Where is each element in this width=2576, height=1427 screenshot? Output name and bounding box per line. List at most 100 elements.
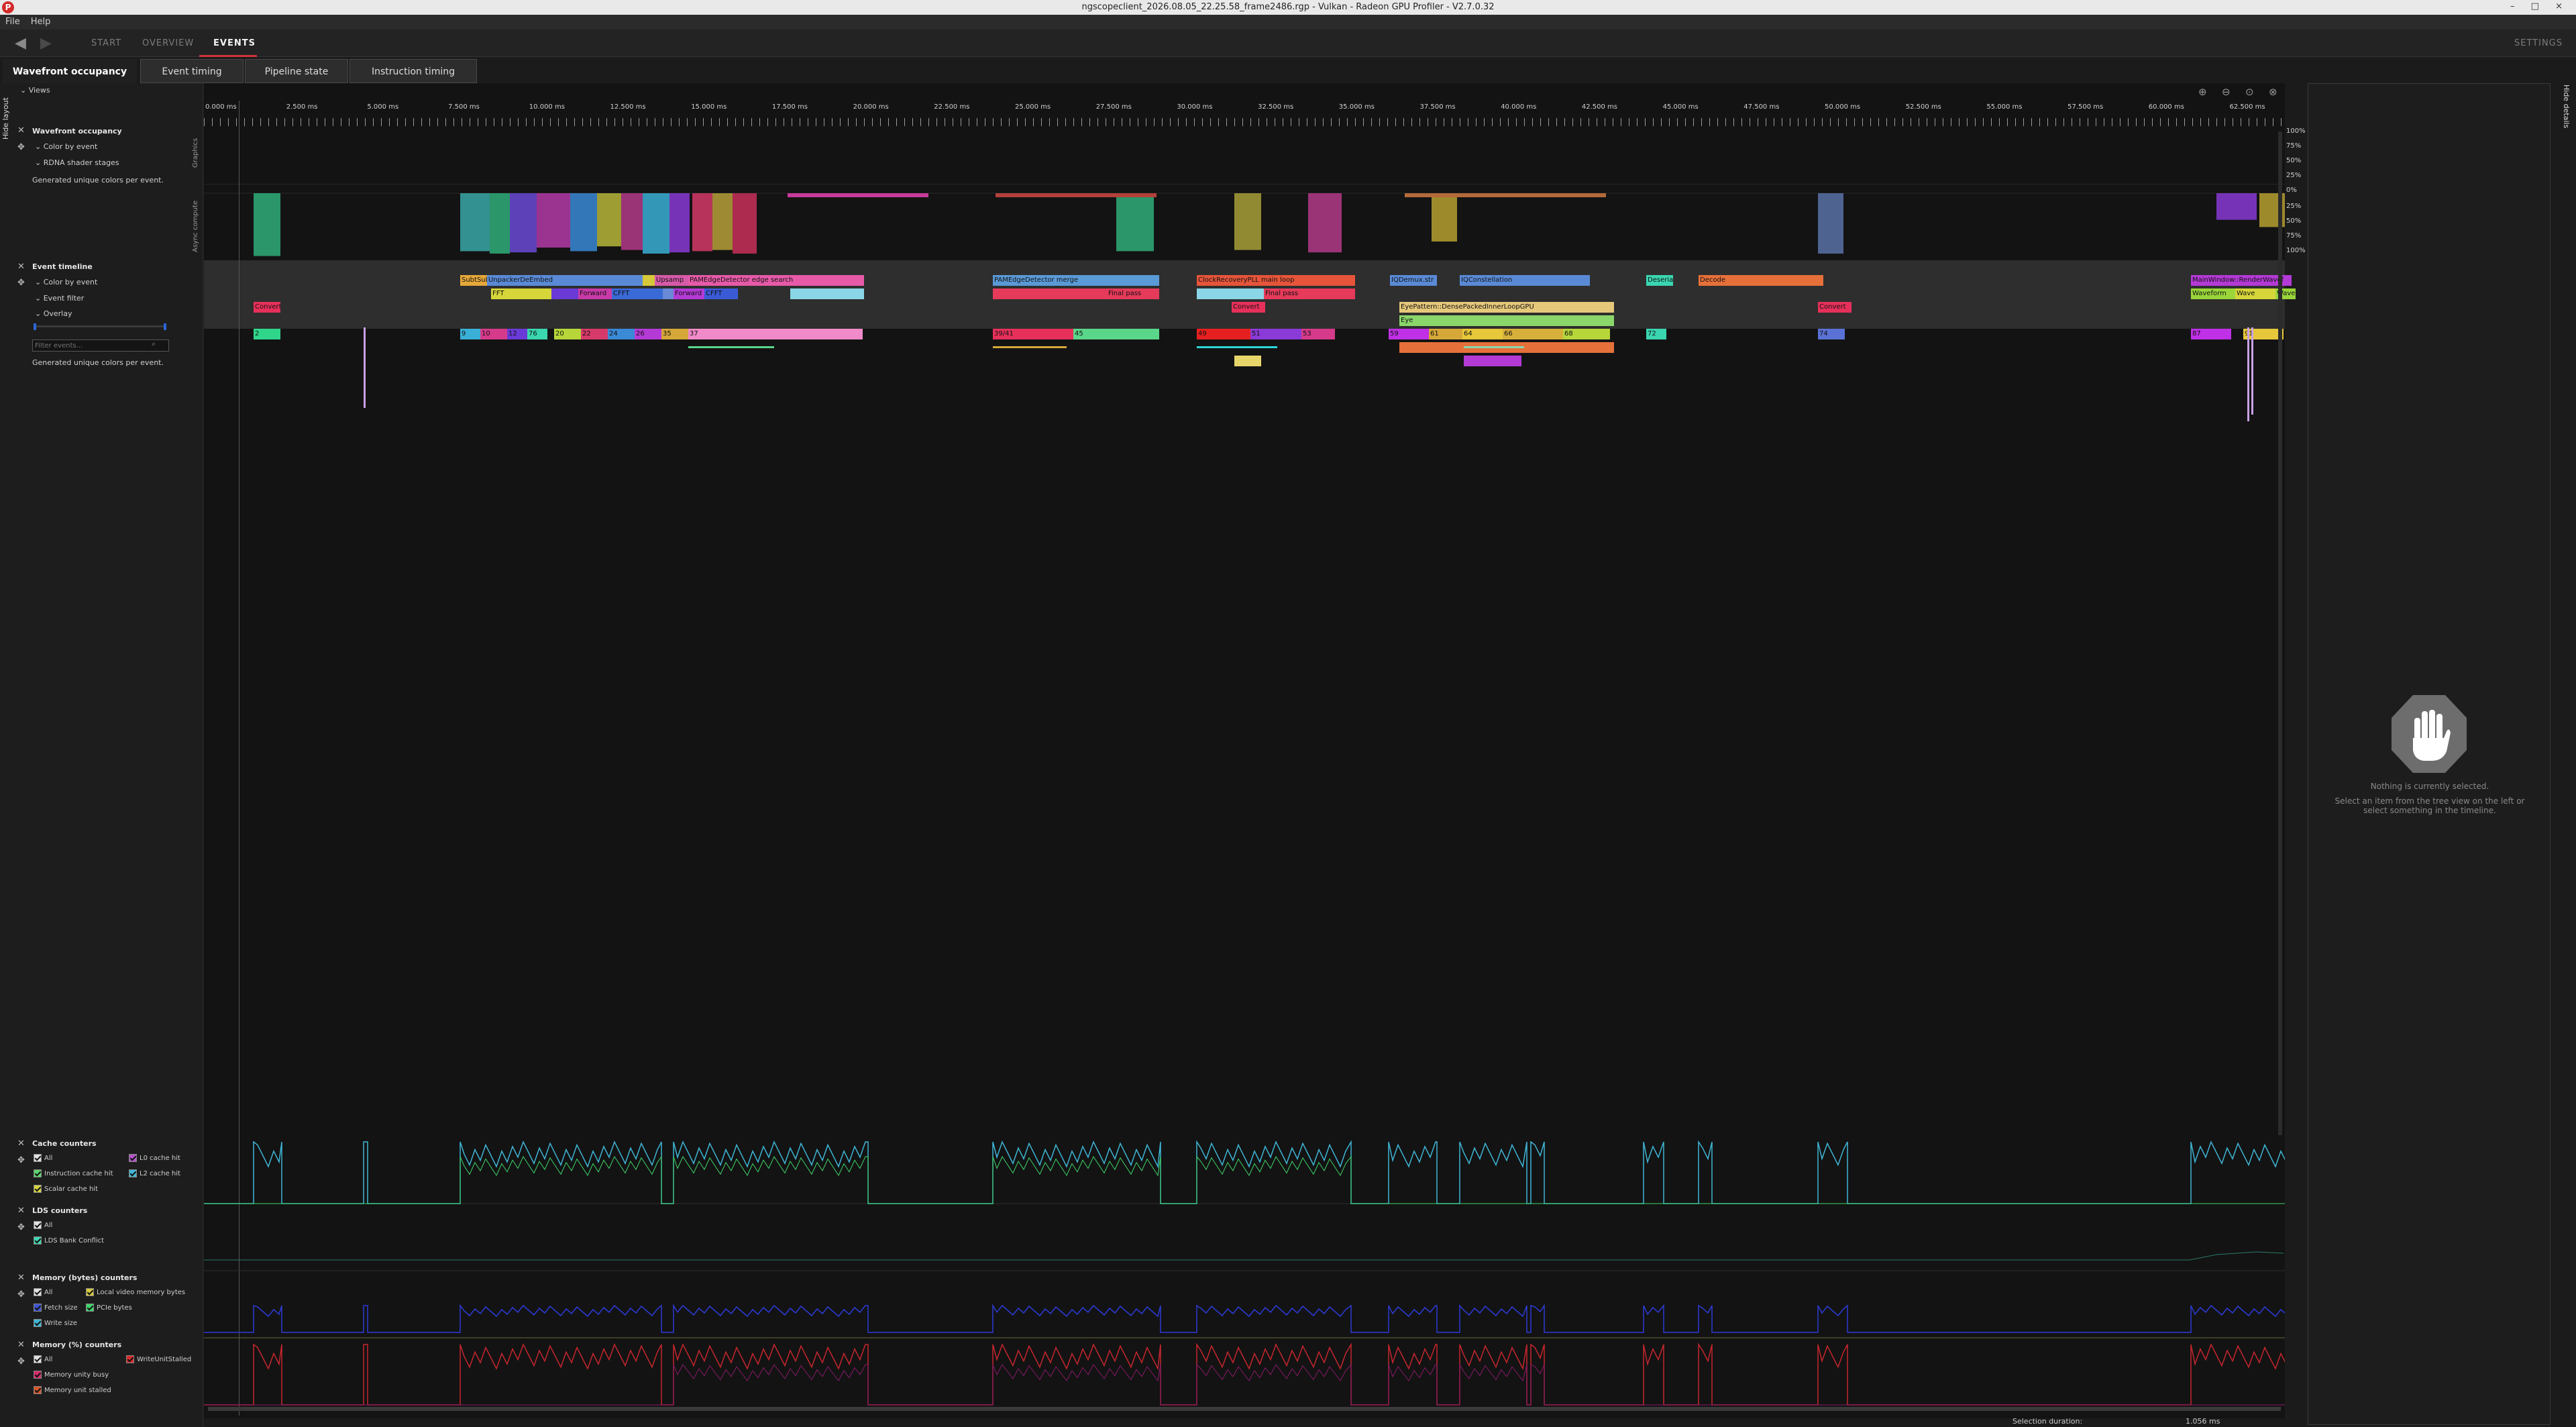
event-bar[interactable]: EyePattern::DensePackedInnerLoopGPU: [1399, 302, 1614, 313]
vertical-scrollbar[interactable]: [2278, 131, 2282, 1135]
event-bar[interactable]: ClockRecoveryPLL main loop: [1197, 275, 1355, 286]
event-bar[interactable]: Decode: [1699, 275, 1823, 286]
event-bar[interactable]: UnpackerDeEmbed: [487, 275, 643, 286]
event-bar[interactable]: [993, 346, 1067, 348]
occupancy-bar[interactable]: [1405, 193, 1606, 197]
memory-busy-checkbox[interactable]: Memory unity busy: [34, 1371, 109, 1379]
event-bar[interactable]: Final pass: [1107, 288, 1159, 299]
event-bar[interactable]: Forward: [578, 288, 612, 299]
event-bar[interactable]: 39/41: [993, 329, 1073, 339]
event-bar[interactable]: 12: [507, 329, 527, 339]
occupancy-bar[interactable]: [460, 193, 490, 252]
occupancy-bar[interactable]: [621, 193, 643, 250]
event-bar[interactable]: [1464, 346, 1524, 348]
l0-cache-checkbox[interactable]: L0 cache hit: [129, 1154, 180, 1162]
event-bar[interactable]: [551, 288, 578, 299]
move-icon[interactable]: ✥: [17, 278, 25, 288]
event-bar[interactable]: 68: [1563, 329, 1610, 339]
occupancy-bar[interactable]: [669, 193, 690, 253]
tab-events[interactable]: EVENTS: [213, 38, 256, 48]
close-icon[interactable]: ✕: [17, 1340, 25, 1350]
occupancy-bar[interactable]: [570, 193, 597, 252]
event-bar[interactable]: Upsamp: [655, 275, 688, 286]
mem-pct-all-checkbox[interactable]: All: [34, 1355, 52, 1363]
memory-stalled-checkbox[interactable]: Memory unit stalled: [34, 1386, 111, 1394]
occupancy-bar[interactable]: [1432, 193, 1457, 242]
close-icon[interactable]: ✕: [17, 1139, 25, 1149]
write-unit-stalled-checkbox[interactable]: WriteUnitStalled: [126, 1355, 191, 1363]
event-bar[interactable]: 35: [661, 329, 688, 339]
close-icon[interactable]: ✕: [17, 1273, 25, 1283]
local-video-memory-checkbox[interactable]: Local video memory bytes: [86, 1288, 185, 1296]
event-bar[interactable]: PAMEdgeDetector merge: [993, 275, 1159, 286]
counter-graphs[interactable]: [204, 1134, 2285, 1416]
tab-overview[interactable]: OVERVIEW: [142, 38, 194, 48]
subtab-instruction-timing[interactable]: Instruction timing: [350, 59, 477, 83]
event-bar[interactable]: FFT: [491, 288, 551, 299]
event-bar[interactable]: Wave: [2235, 288, 2275, 299]
zoom-reset-icon[interactable]: ⊙: [2245, 86, 2254, 98]
event-bar[interactable]: Final pass: [1264, 288, 1355, 299]
event-bar[interactable]: 72: [1646, 329, 1666, 339]
settings-tab[interactable]: SETTINGS: [2514, 38, 2563, 48]
event-bar[interactable]: [1197, 346, 1277, 348]
occupancy-bar[interactable]: [788, 193, 928, 197]
event-bar[interactable]: 61: [1429, 329, 1462, 339]
occupancy-bar[interactable]: [1234, 193, 1261, 250]
occupancy-bar[interactable]: [643, 193, 669, 254]
event-color-by-event[interactable]: ⌄ Color by event: [35, 278, 97, 286]
event-bar[interactable]: [663, 288, 674, 299]
zoom-in-icon[interactable]: ⊕: [2198, 86, 2207, 98]
event-bar[interactable]: [1234, 356, 1261, 366]
filter-slider-track[interactable]: [34, 325, 166, 327]
filter-slider-handle-right[interactable]: [164, 323, 166, 330]
subtab-wavefront-occupancy[interactable]: Wavefront occupancy: [3, 59, 137, 83]
event-bar[interactable]: [2251, 327, 2253, 415]
occupancy-bar[interactable]: [733, 193, 757, 254]
event-bar[interactable]: MainWindow::RenderWavef: [2191, 275, 2292, 286]
occupancy-bar[interactable]: [254, 193, 280, 256]
fetch-size-checkbox[interactable]: Fetch size: [34, 1304, 78, 1312]
occupancy-bar[interactable]: [996, 193, 1157, 197]
pcie-bytes-checkbox[interactable]: PCIe bytes: [86, 1304, 132, 1312]
event-bar[interactable]: Eye: [1399, 315, 1614, 326]
event-bar[interactable]: Deserial: [1646, 275, 1673, 286]
forward-arrow-icon[interactable]: ▶: [40, 35, 52, 52]
event-bar[interactable]: 22: [581, 329, 608, 339]
horizontal-scrollbar[interactable]: [208, 1407, 2281, 1411]
event-bar[interactable]: 53: [1301, 329, 1335, 339]
mem-bytes-all-checkbox[interactable]: All: [34, 1288, 52, 1296]
event-bar[interactable]: 20: [554, 329, 581, 339]
filter-slider-handle-left[interactable]: [34, 323, 36, 330]
event-bar[interactable]: [993, 288, 1107, 299]
event-bar[interactable]: 37: [688, 329, 863, 339]
move-icon[interactable]: ✥: [17, 1289, 25, 1300]
menu-file[interactable]: File: [0, 15, 25, 27]
wavefront-color-by-event[interactable]: ⌄ Color by event: [35, 142, 97, 151]
event-bar[interactable]: [790, 288, 864, 299]
event-bar[interactable]: 76: [527, 329, 547, 339]
occupancy-bar[interactable]: [712, 193, 733, 250]
event-bar[interactable]: Waveform: [2191, 288, 2235, 299]
event-bar[interactable]: Convert: [1232, 302, 1265, 313]
event-bar[interactable]: 26: [635, 329, 661, 339]
l2-cache-checkbox[interactable]: L2 cache hit: [129, 1169, 180, 1177]
event-bar[interactable]: [1464, 356, 1521, 366]
occupancy-bar[interactable]: [692, 193, 712, 252]
event-bar[interactable]: 49: [1197, 329, 1250, 339]
event-bars[interactable]: SubtSub UnpackerDeEmbed Upsamp PAMEdgeDetec…: [204, 260, 2296, 462]
zoom-fit-icon[interactable]: ⊗: [2269, 86, 2277, 98]
occupancy-bar[interactable]: [2216, 193, 2257, 220]
event-bar[interactable]: 64: [1462, 329, 1503, 339]
event-bar[interactable]: Forward: [674, 288, 704, 299]
event-bar[interactable]: IQConstellation: [1460, 275, 1590, 286]
event-bar[interactable]: [1197, 288, 1264, 299]
hide-layout-toggle[interactable]: Hide layout: [1, 86, 12, 140]
close-icon[interactable]: ✕: [17, 262, 25, 272]
occupancy-bar[interactable]: [510, 193, 537, 253]
move-icon[interactable]: ✥: [17, 1357, 25, 1367]
move-icon[interactable]: ✥: [17, 142, 25, 152]
event-bar[interactable]: 51: [1250, 329, 1301, 339]
wavefront-rdna-stages[interactable]: ⌄ RDNA shader stages: [35, 158, 119, 167]
write-size-checkbox[interactable]: Write size: [34, 1319, 77, 1327]
